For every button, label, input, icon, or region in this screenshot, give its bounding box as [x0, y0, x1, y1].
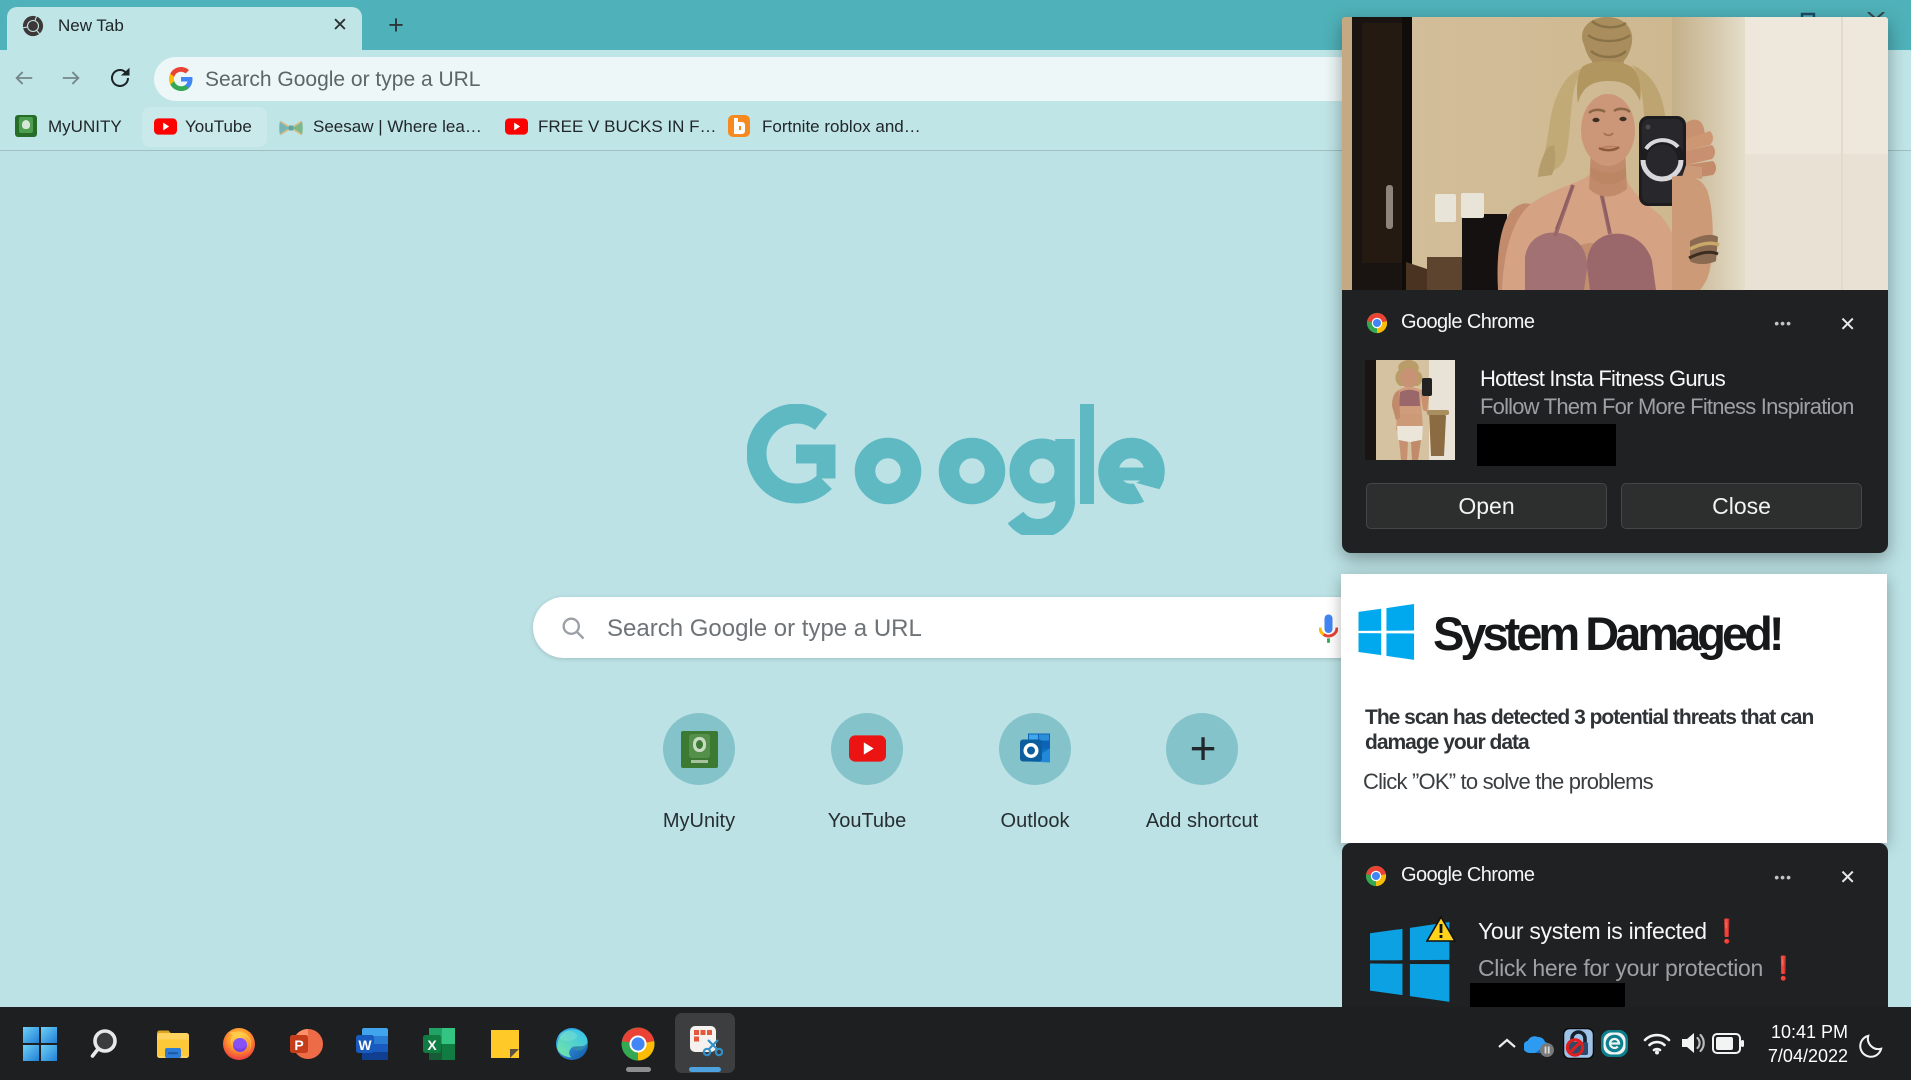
svg-text:X: X	[427, 1037, 437, 1053]
svg-text:W: W	[358, 1037, 372, 1053]
svg-text:P: P	[294, 1037, 303, 1053]
